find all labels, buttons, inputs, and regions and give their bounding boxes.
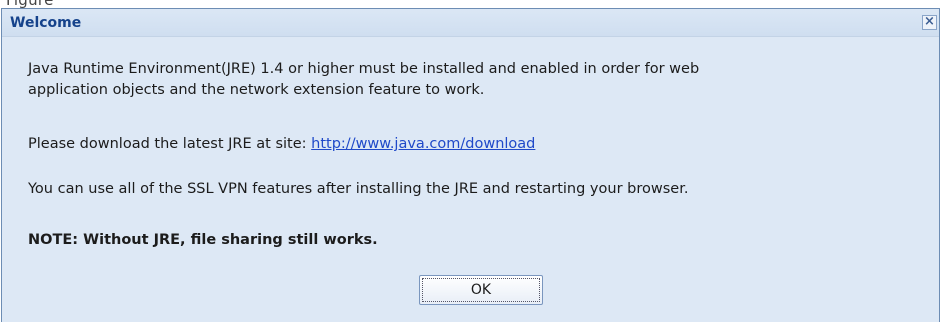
figure-caption-strip: Figure	[0, 0, 941, 8]
dialog-titlebar: Welcome ×	[2, 9, 939, 37]
download-prefix: Please download the latest JRE at site:	[28, 136, 312, 152]
jre-requirement-line-1: Java Runtime Environment(JRE) 1.4 or hig…	[28, 61, 700, 77]
ok-button[interactable]: OK	[419, 275, 543, 305]
jre-requirement-line-2: application objects and the network exte…	[28, 82, 485, 98]
close-icon: ×	[924, 14, 935, 29]
java-download-link[interactable]: http://www.java.com/download	[311, 136, 535, 152]
dialog-title: Welcome	[10, 15, 82, 31]
dialog-body: Java Runtime Environment(JRE) 1.4 or hig…	[2, 37, 939, 322]
download-text: Please download the latest JRE at site: …	[28, 134, 535, 155]
page: Figure Welcome × Java Runtime Environmen…	[0, 0, 941, 322]
figure-caption-fragment: Figure	[6, 0, 54, 8]
file-sharing-note: NOTE: Without JRE, file sharing still wo…	[28, 232, 378, 248]
close-button[interactable]: ×	[922, 15, 937, 30]
vpn-features-text: You can use all of the SSL VPN features …	[28, 181, 689, 197]
jre-requirement-text: Java Runtime Environment(JRE) 1.4 or hig…	[28, 59, 699, 101]
welcome-dialog: Welcome × Java Runtime Environment(JRE) …	[1, 8, 940, 322]
